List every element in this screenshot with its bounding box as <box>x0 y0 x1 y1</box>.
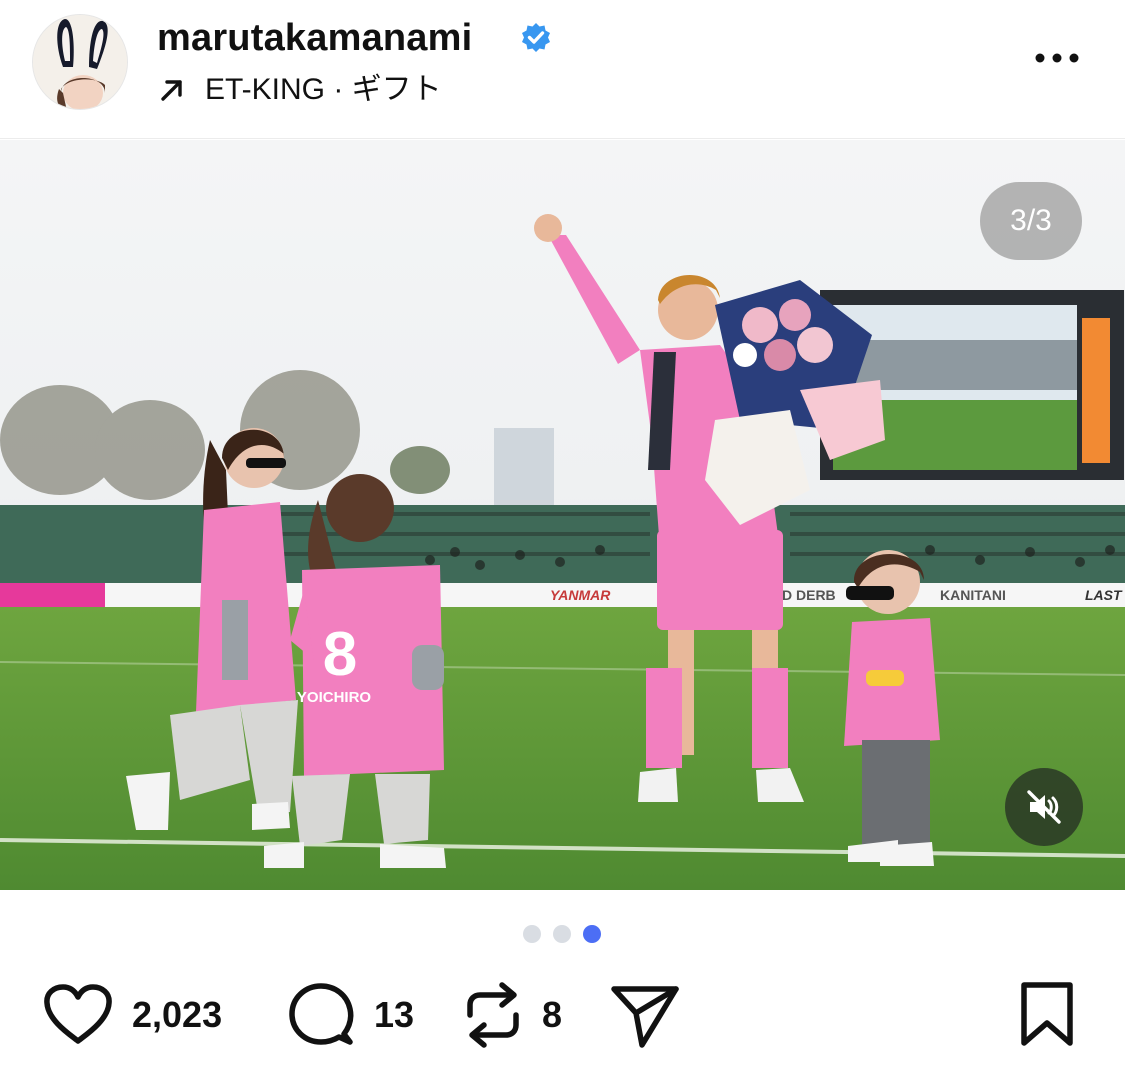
avatar-image <box>33 15 127 109</box>
carousel-dot[interactable] <box>553 925 571 943</box>
more-dots-icon[interactable] <box>1032 50 1082 66</box>
mute-button[interactable] <box>1005 768 1083 846</box>
banner-last: LAST <box>1085 587 1123 603</box>
repost-count: 8 <box>542 994 563 1035</box>
post-photo[interactable]: YANMAR D DERB KANITANI LAST 8 YOICHIRO <box>0 140 1125 890</box>
username[interactable]: marutakamanami <box>157 14 472 62</box>
carousel-indicator <box>523 925 601 943</box>
slide-counter: 3/3 <box>980 182 1082 260</box>
heart-icon <box>44 984 112 1044</box>
comment-count: 13 <box>374 994 415 1035</box>
repost-icon <box>467 982 519 1048</box>
action-bar: 2,023 13 8 <box>0 975 1125 1065</box>
jersey-name: YOICHIRO <box>297 689 372 706</box>
audio-label: ET-KING · ギフト <box>205 73 442 106</box>
send-icon <box>611 986 679 1048</box>
avatar[interactable] <box>32 14 128 110</box>
banner-yanmar: YANMAR <box>550 587 611 603</box>
header-divider <box>0 138 1125 139</box>
audio-attribution[interactable]: ET-KING · ギフト <box>157 70 442 110</box>
comment-button[interactable]: 13 <box>286 975 414 1055</box>
stadium-photo: YANMAR D DERB KANITANI LAST 8 YOICHIRO <box>0 140 1125 890</box>
repost-button[interactable]: 8 <box>462 975 562 1055</box>
carousel-dot[interactable] <box>523 925 541 943</box>
arrow-up-right-icon <box>161 80 182 101</box>
like-count: 2,023 <box>132 994 223 1035</box>
like-button[interactable]: 2,023 <box>42 975 222 1055</box>
share-button[interactable] <box>608 975 682 1055</box>
comment-bubble-icon <box>289 983 354 1045</box>
save-button[interactable] <box>1018 975 1076 1055</box>
post-header: marutakamanami ET-KING · ギフト <box>0 0 1125 138</box>
banner-kanitani: KANITANI <box>940 587 1006 603</box>
banner-derby: D DERB <box>782 587 836 603</box>
bookmark-icon <box>1021 982 1073 1046</box>
jersey-number: 8 <box>323 620 357 689</box>
carousel-dot-active[interactable] <box>583 925 601 943</box>
verified-badge-icon <box>522 23 550 52</box>
speaker-muted-icon <box>1027 790 1061 824</box>
